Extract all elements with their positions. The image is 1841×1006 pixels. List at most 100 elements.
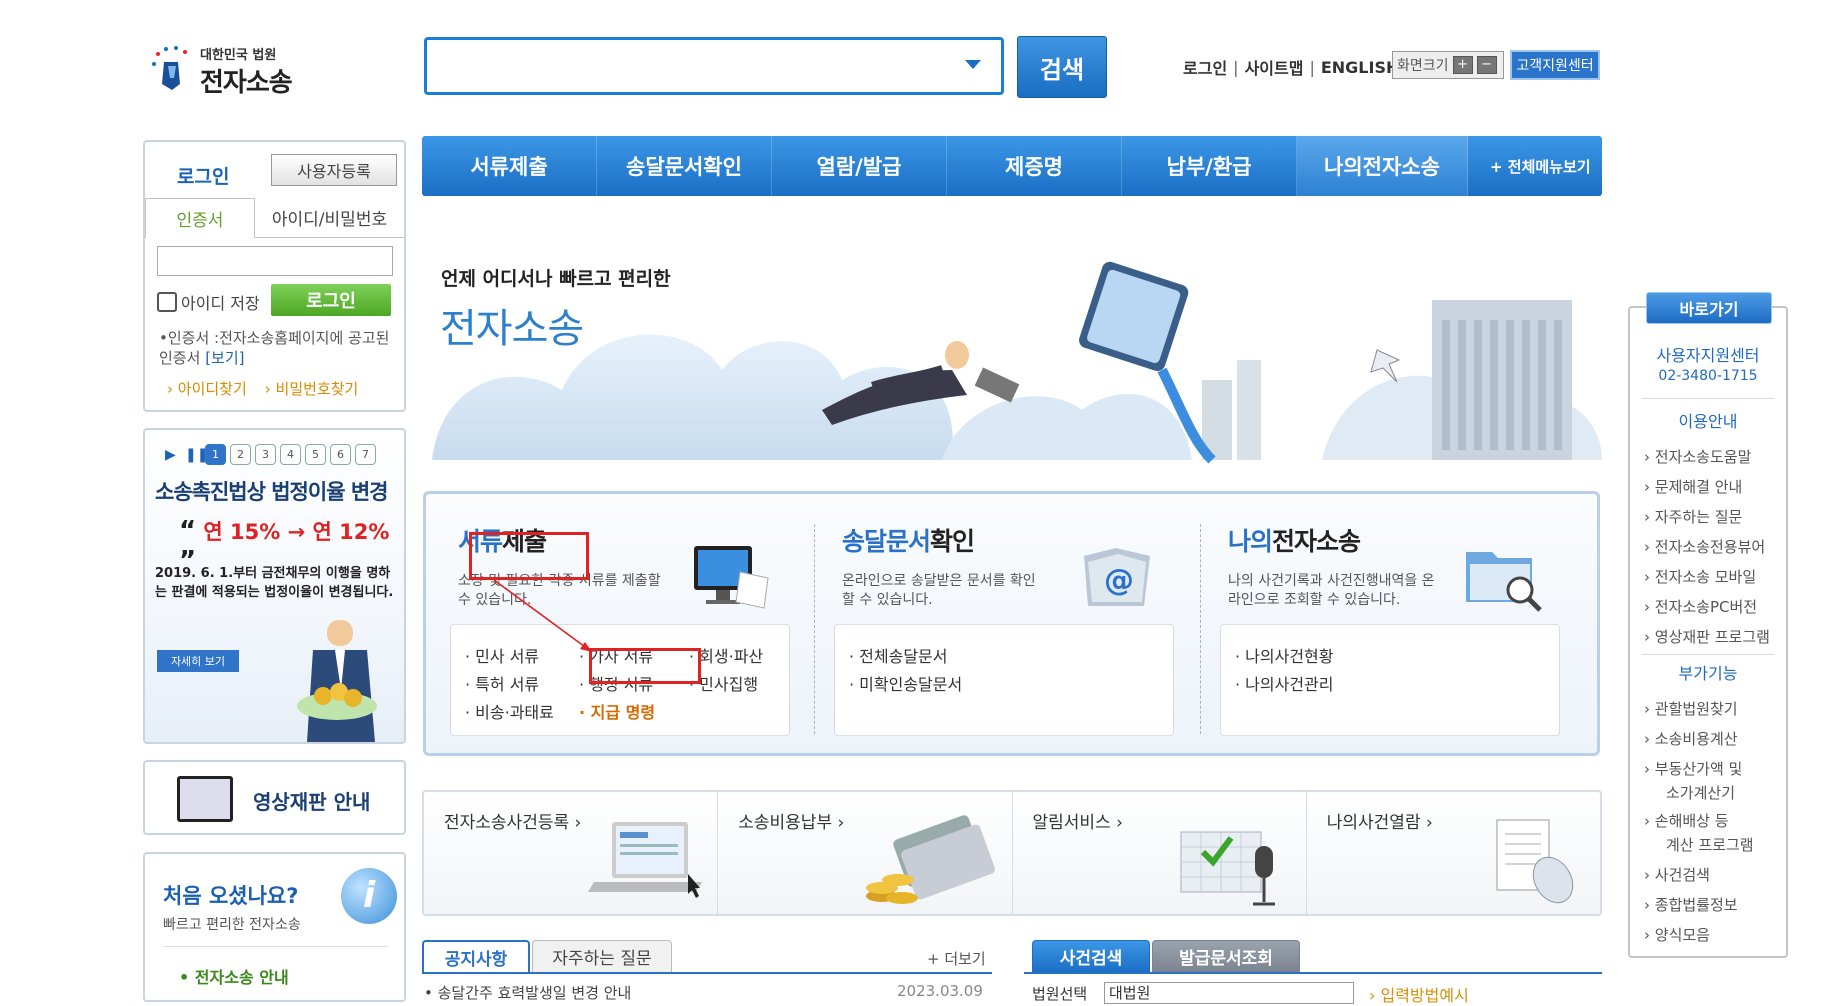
checkbox-icon[interactable]	[157, 292, 177, 312]
first-visit-panel: 처음 오셨나요? 빠르고 편리한 전자소송 i • 전자소송 안내	[143, 852, 406, 1002]
customer-center-button[interactable]: 고객지원센터	[1510, 50, 1600, 80]
court-select[interactable]: 대법원	[1104, 982, 1354, 1004]
nav-item-view-issue[interactable]: 열람/발급	[772, 136, 947, 196]
quick-link[interactable]: › 양식모음	[1644, 924, 1710, 945]
pause-icon[interactable]: ❚❚	[185, 447, 208, 463]
quick-link[interactable]: › 사건검색	[1644, 864, 1710, 885]
nav-item-payment[interactable]: 납부/환급	[1122, 136, 1297, 196]
quick-link[interactable]: › 부동산가액 및	[1644, 758, 1742, 779]
page-dot[interactable]: 4	[280, 444, 301, 465]
service-delivery: 송달문서확인 온라인으로 송달받은 문서를 확인 할 수 있습니다. @ · 전…	[826, 512, 1196, 742]
english-link[interactable]: ENGLISH	[1321, 58, 1400, 77]
page-dot[interactable]: 7	[355, 444, 376, 465]
save-id-checkbox[interactable]: 아이디 저장	[157, 290, 260, 314]
nav-item-submit[interactable]: 서류제출	[422, 136, 597, 196]
first-visit-title: 처음 오셨나요?	[163, 884, 299, 908]
support-center-link[interactable]: 사용자지원센터	[1630, 342, 1786, 366]
certificate-field[interactable]	[157, 246, 393, 276]
site-logo[interactable]: 대한민국 법원 전자소송	[150, 38, 300, 98]
quick-link[interactable]: › 자주하는 질문	[1644, 506, 1742, 527]
tile-fee-payment[interactable]: 소송비용납부 ›	[718, 792, 1013, 914]
unconfirmed-delivery-docs-link[interactable]: · 미확인송달문서	[849, 671, 962, 695]
tile-label: 나의사건열람 ›	[1326, 813, 1433, 833]
ecourt-guide-link[interactable]: • 전자소송 안내	[179, 964, 289, 988]
quick-link-cont[interactable]: 소가계산기	[1666, 782, 1735, 803]
quick-link[interactable]: › 전자소송전용뷰어	[1644, 536, 1765, 557]
page-dot[interactable]: 5	[305, 444, 326, 465]
all-menu-button[interactable]: + 전체메뉴보기	[1468, 156, 1591, 177]
search-button[interactable]: 검색	[1017, 36, 1107, 98]
service-my-ecourt-title[interactable]: 나의전자소송	[1228, 522, 1361, 558]
service-delivery-desc: 온라인으로 송달받은 문서를 확인 할 수 있습니다.	[842, 573, 1036, 608]
play-icon[interactable]: ▶	[165, 447, 181, 463]
svg-text:@: @	[1104, 563, 1134, 598]
tile-notification-service[interactable]: 알림서비스 ›	[1013, 792, 1307, 914]
quick-link[interactable]: › 손해배상 등	[1644, 810, 1729, 831]
tile-label: 알림서비스 ›	[1032, 813, 1123, 833]
info-icon: i	[341, 868, 397, 924]
service-my-ecourt: 나의전자소송 나의 사건기록과 사건진행내역을 온라인으로 조회할 수 있습니다…	[1212, 512, 1582, 742]
save-id-label: 아이디 저장	[181, 294, 260, 313]
quick-link-cont[interactable]: 계산 프로그램	[1666, 834, 1754, 855]
font-decrease-button[interactable]: −	[1476, 56, 1497, 74]
quick-link[interactable]: › 종합법률정보	[1644, 894, 1738, 915]
email-folder-icon: @	[1084, 548, 1150, 606]
quick-link[interactable]: › 영상재판 프로그램	[1644, 626, 1770, 647]
service-my-ecourt-desc: 나의 사건기록과 사건진행내역을 온라인으로 조회할 수 있습니다.	[1228, 573, 1435, 608]
quick-links-title: 바로가기	[1646, 292, 1772, 324]
all-delivery-docs-link[interactable]: · 전체송달문서	[849, 643, 948, 667]
my-case-manage-link[interactable]: · 나의사건관리	[1235, 671, 1334, 695]
tile-case-registration[interactable]: 전자소송사건등록 ›	[424, 792, 719, 914]
tab-faq[interactable]: 자주하는 질문	[532, 940, 672, 972]
page-dot[interactable]: 3	[255, 444, 276, 465]
quick-link[interactable]: › 전자소송도움말	[1644, 446, 1751, 467]
font-increase-button[interactable]: +	[1452, 56, 1473, 74]
quick-link[interactable]: › 전자소송 모바일	[1644, 566, 1756, 587]
font-size-control: 화면크기 + −	[1392, 51, 1504, 79]
login-button[interactable]: 로그인	[271, 284, 391, 316]
input-example-link[interactable]: › 입력방법예시	[1369, 982, 1469, 1006]
login-link[interactable]: 로그인	[1183, 55, 1227, 79]
logo-title: 전자소송	[200, 68, 293, 98]
nav-item-certificate[interactable]: 제증명	[947, 136, 1122, 196]
video-trial-label: 영상재판 안내	[253, 790, 371, 814]
notice-item[interactable]: • 송달간주 효력발생일 변경 안내	[424, 982, 631, 1003]
nav-item-delivery[interactable]: 송달문서확인	[597, 136, 772, 196]
quick-link[interactable]: › 문제해결 안내	[1644, 476, 1742, 497]
dropdown-arrow-icon[interactable]	[965, 60, 981, 69]
video-trial-panel[interactable]: 영상재판 안내	[143, 760, 406, 835]
first-visit-subtitle: 빠르고 편리한 전자소송	[163, 917, 301, 933]
tab-case-search[interactable]: 사건검색	[1032, 940, 1150, 972]
login-title: 로그인	[177, 166, 230, 188]
notice-banner: ▶ ❚❚ 1 2 3 4 5 6 7 소송촉진법상 법정이율 변경 “ 연 15…	[143, 428, 406, 744]
service-delivery-links: · 전체송달문서 · 미확인송달문서	[834, 624, 1174, 736]
quick-link[interactable]: › 관할법원찾기	[1644, 698, 1738, 719]
more-link[interactable]: + 더보기	[927, 948, 986, 969]
register-button[interactable]: 사용자등록	[271, 154, 397, 186]
my-case-status-link[interactable]: · 나의사건현황	[1235, 643, 1334, 667]
service-delivery-title[interactable]: 송달문서확인	[842, 522, 975, 558]
businessman-coins-illustration	[297, 620, 377, 742]
main-banner-illustration	[432, 261, 1602, 464]
find-links: › 아이디찾기 › 비밀번호찾기	[167, 378, 358, 399]
court-logo-icon	[152, 46, 187, 90]
nav-item-my-ecourt[interactable]: 나의전자소송	[1297, 136, 1468, 196]
tab-certificate[interactable]: 인증서	[145, 198, 255, 238]
login-panel: 로그인 사용자등록 인증서 아이디/비밀번호 아이디 저장 로그인 •인증서 :…	[143, 140, 406, 412]
find-password-link[interactable]: › 비밀번호찾기	[265, 378, 359, 399]
page-dot[interactable]: 1	[205, 444, 226, 465]
sitemap-link[interactable]: 사이트맵	[1245, 55, 1304, 79]
document-mouse-icon	[1496, 819, 1573, 904]
find-id-link[interactable]: › 아이디찾기	[167, 378, 247, 399]
search-input[interactable]	[424, 37, 1004, 95]
quick-link[interactable]: › 전자소송PC버전	[1644, 596, 1757, 617]
page-dot[interactable]: 6	[330, 444, 351, 465]
page-dot[interactable]: 2	[230, 444, 251, 465]
detail-button[interactable]: 자세히 보기	[157, 650, 239, 672]
certificate-view-link[interactable]: [보기]	[205, 349, 244, 367]
tab-notice[interactable]: 공지사항	[422, 940, 530, 972]
quick-link[interactable]: › 소송비용계산	[1644, 728, 1738, 749]
tab-id-password[interactable]: 아이디/비밀번호	[255, 198, 404, 238]
tab-issued-docs[interactable]: 발급문서조회	[1152, 940, 1300, 972]
tile-my-case-view[interactable]: 나의사건열람 ›	[1307, 792, 1600, 914]
